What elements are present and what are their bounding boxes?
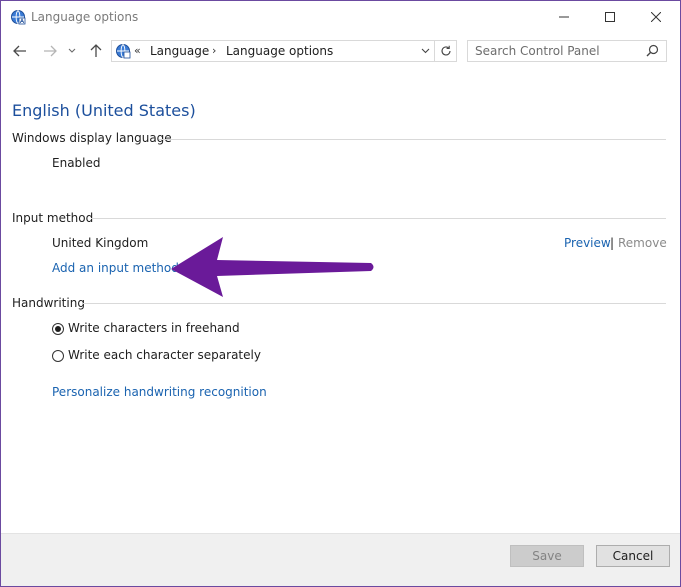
up-button[interactable] [85, 41, 107, 61]
remove-link[interactable]: Remove [618, 236, 667, 250]
preview-link[interactable]: Preview [564, 236, 611, 250]
section-title-input-method: Input method [12, 211, 94, 225]
radio-freehand[interactable] [52, 323, 64, 335]
breadcrumb-language-options[interactable]: Language options [226, 44, 333, 58]
section-title-handwriting: Handwriting [12, 296, 85, 310]
language-globe-icon [10, 9, 26, 25]
minimize-icon [559, 16, 569, 18]
back-button[interactable] [9, 41, 31, 61]
search-icon[interactable] [646, 44, 660, 58]
radio-label-separately[interactable]: Write each character separately [68, 348, 261, 362]
section-divider [159, 139, 666, 140]
recent-locations-button[interactable] [65, 41, 79, 61]
personalize-handwriting-link[interactable]: Personalize handwriting recognition [52, 385, 267, 399]
address-bar[interactable]: « Language › Language options [111, 40, 457, 62]
breadcrumb-overflow[interactable]: « [134, 44, 141, 57]
close-icon [651, 12, 661, 22]
display-language-status: Enabled [52, 156, 101, 170]
section-divider [83, 303, 666, 304]
search-input[interactable] [467, 40, 667, 62]
language-options-window: Language options « Language › Language o… [0, 0, 681, 587]
radio-label-freehand[interactable]: Write characters in freehand [68, 321, 240, 335]
cancel-button[interactable]: Cancel [596, 545, 670, 567]
maximize-button[interactable] [587, 1, 633, 33]
save-button[interactable]: Save [510, 545, 584, 567]
section-title-display-language: Windows display language [12, 131, 172, 145]
dialog-footer: Save Cancel [1, 533, 680, 586]
input-method-item: United Kingdom [52, 236, 149, 250]
title-bar: Language options [1, 1, 680, 33]
arrow-up-icon [90, 44, 102, 57]
add-input-method-link[interactable]: Add an input method [52, 261, 179, 275]
annotation-arrow-icon [171, 237, 374, 297]
breadcrumb-language[interactable]: Language [150, 44, 209, 58]
link-separator: | [610, 236, 615, 250]
arrow-left-icon [13, 45, 26, 57]
breadcrumb-separator[interactable]: › [212, 44, 216, 57]
window-title: Language options [31, 10, 139, 24]
navigation-bar: « Language › Language options [1, 35, 680, 67]
page-title: English (United States) [12, 101, 196, 120]
address-dropdown-button[interactable] [418, 43, 432, 59]
control-panel-icon [115, 43, 131, 59]
minimize-button[interactable] [541, 1, 587, 33]
section-divider [91, 218, 666, 219]
chevron-down-icon [68, 48, 76, 53]
refresh-icon [441, 45, 451, 56]
maximize-icon [605, 12, 615, 22]
radio-separately[interactable] [52, 350, 64, 362]
close-button[interactable] [633, 1, 679, 33]
refresh-button[interactable] [434, 41, 457, 61]
chevron-down-icon [421, 48, 429, 54]
forward-button[interactable] [39, 41, 61, 61]
arrow-right-icon [44, 45, 57, 57]
